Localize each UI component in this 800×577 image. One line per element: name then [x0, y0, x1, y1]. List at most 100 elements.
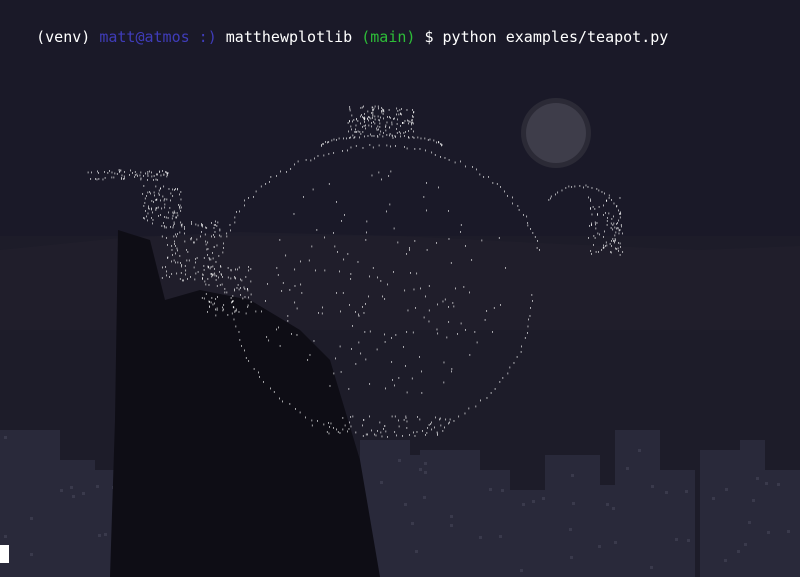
ascii-glyph: ' — [415, 271, 419, 279]
ascii-glyph: ' — [179, 265, 183, 273]
ascii-glyph: ' — [390, 360, 394, 368]
ascii-glyph: ' — [400, 434, 404, 442]
ascii-glyph: ' — [409, 271, 413, 279]
ascii-glyph: ' — [226, 313, 230, 321]
ascii-glyph: ' — [455, 332, 459, 340]
ascii-glyph: ' — [276, 273, 280, 281]
ascii-glyph: ' — [412, 287, 416, 295]
ascii-glyph: ' — [506, 371, 510, 379]
ascii-glyph: ' — [175, 187, 179, 195]
ascii-glyph: ' — [378, 420, 382, 428]
ascii-glyph: ' — [321, 306, 325, 314]
ascii-glyph: ' — [601, 235, 605, 243]
ascii-glyph: ' — [422, 316, 426, 324]
ascii-glyph: ' — [159, 173, 163, 181]
ascii-glyph: ' — [272, 390, 276, 398]
ascii-glyph: ' — [410, 118, 414, 126]
ascii-glyph: ' — [498, 380, 502, 388]
ascii-glyph: ' — [621, 250, 625, 258]
ascii-glyph: ' — [307, 259, 311, 267]
ascii-glyph: ' — [265, 335, 269, 343]
ascii-glyph: ' — [193, 278, 197, 286]
ascii-glyph: ' — [383, 387, 387, 395]
ascii-glyph: ' — [292, 212, 296, 220]
ascii-glyph: ' — [165, 175, 169, 183]
ascii-glyph: ' — [212, 245, 216, 253]
ascii-glyph: ' — [333, 245, 337, 253]
ascii-glyph: ' — [304, 158, 308, 166]
ascii-glyph: ' — [377, 171, 381, 179]
terminal-cursor[interactable] — [0, 545, 9, 563]
ascii-glyph: ' — [445, 336, 449, 344]
ascii-glyph: ' — [293, 284, 297, 292]
ascii-glyph: ' — [364, 432, 368, 440]
ascii-glyph: ' — [299, 283, 303, 291]
ascii-glyph: ' — [354, 144, 358, 152]
ascii-glyph: ' — [147, 170, 151, 178]
teapot-ascii-art: '''''''''' ''''''''''''' '''''''''''''''''… — [86, 104, 625, 443]
ascii-glyph: ' — [453, 161, 457, 169]
ascii-glyph: ' — [447, 237, 451, 245]
ascii-glyph: ' — [483, 318, 487, 326]
ascii-glyph: ' — [446, 209, 450, 217]
ascii-glyph: ' — [206, 247, 210, 255]
ascii-glyph: ' — [254, 310, 258, 318]
ascii-glyph: ' — [221, 308, 225, 316]
ascii-glyph: ' — [573, 184, 577, 192]
ascii-glyph: ' — [244, 275, 248, 283]
ascii-glyph: ' — [425, 248, 429, 256]
ascii-glyph: ' — [312, 339, 316, 347]
ascii-glyph: ' — [141, 192, 145, 200]
shell-prompt-line: (venv) matt@atmos :) matthewplotlib (mai… — [0, 4, 668, 46]
ascii-glyph: ' — [176, 232, 180, 240]
ascii-glyph: ' — [244, 356, 248, 364]
ascii-glyph: ' — [166, 256, 170, 264]
ascii-glyph: ' — [376, 135, 380, 143]
ascii-glyph: ' — [154, 198, 158, 206]
ascii-glyph: ' — [331, 231, 335, 239]
ascii-glyph: ' — [464, 328, 468, 336]
terminal-window[interactable]: (venv) matt@atmos :) matthewplotlib (mai… — [0, 0, 800, 577]
ascii-glyph: ' — [452, 419, 456, 427]
ascii-glyph: ' — [142, 174, 146, 182]
ascii-glyph: ' — [405, 108, 409, 116]
ascii-glyph: ' — [371, 266, 375, 274]
ascii-glyph: ' — [361, 146, 365, 154]
ascii-glyph: ' — [360, 423, 364, 431]
ascii-glyph: ' — [375, 348, 379, 356]
ascii-glyph: ' — [183, 240, 187, 248]
ascii-glyph: ' — [223, 290, 227, 298]
ascii-glyph: ' — [479, 399, 483, 407]
ascii-glyph: ' — [379, 178, 383, 186]
ascii-glyph: ' — [387, 108, 391, 116]
ascii-glyph: ' — [96, 171, 100, 179]
ascii-glyph: ' — [280, 289, 284, 297]
ascii-glyph: ' — [342, 213, 346, 221]
ascii-glyph: ' — [316, 311, 320, 319]
ascii-glyph: ' — [237, 209, 241, 217]
ascii-glyph: ' — [138, 174, 142, 182]
ascii-glyph: ' — [265, 282, 269, 290]
ascii-glyph: ' — [168, 206, 172, 214]
user-host: matt@atmos :) — [99, 28, 226, 46]
ascii-glyph: ' — [404, 252, 408, 260]
ascii-glyph: ' — [429, 420, 433, 428]
ascii-glyph: ' — [289, 332, 293, 340]
prompt-symbol: $ — [415, 28, 443, 46]
ascii-glyph: ' — [616, 241, 620, 249]
ascii-glyph: ' — [407, 136, 411, 144]
ascii-glyph: ' — [381, 116, 385, 124]
ascii-glyph: ' — [353, 135, 357, 143]
ascii-glyph: ' — [435, 432, 439, 440]
ascii-glyph: ' — [383, 297, 387, 305]
ascii-glyph: ' — [314, 268, 318, 276]
ascii-glyph: ' — [332, 426, 336, 434]
ascii-glyph: ' — [202, 268, 206, 276]
ascii-glyph: ' — [402, 418, 406, 426]
ascii-glyph: ' — [463, 412, 467, 420]
ascii-glyph: ' — [110, 175, 114, 183]
ascii-glyph: ' — [485, 309, 489, 317]
ascii-glyph: ' — [360, 106, 364, 114]
ascii-glyph: ' — [401, 345, 405, 353]
ascii-glyph: ' — [435, 328, 439, 336]
